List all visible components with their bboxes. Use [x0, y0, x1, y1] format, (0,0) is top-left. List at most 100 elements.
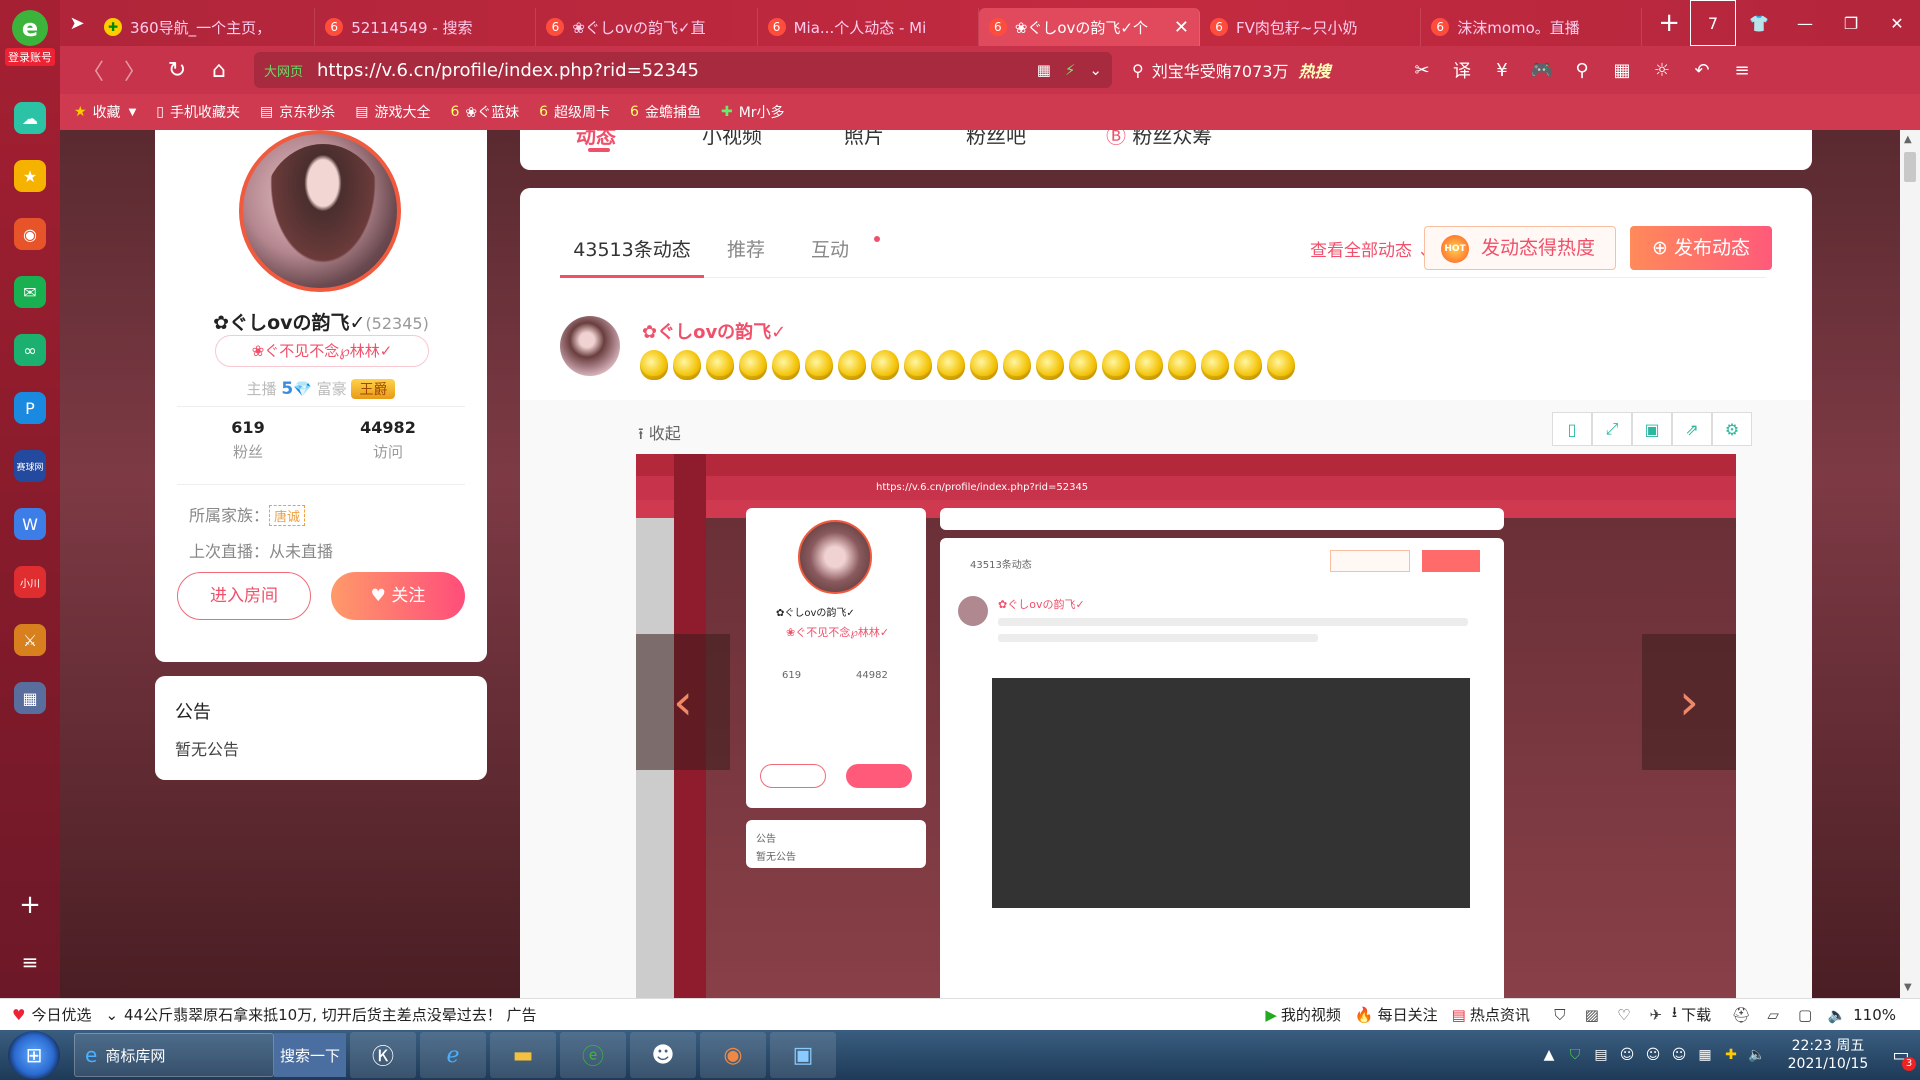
coupon-icon[interactable]: ¥: [1482, 52, 1522, 88]
home-button[interactable]: ⌂: [198, 52, 240, 88]
menu-list-icon[interactable]: ≡: [0, 950, 60, 974]
embedded-screenshot[interactable]: https://v.6.cn/profile/index.php?rid=523…: [636, 454, 1736, 998]
collapse-button[interactable]: ⭱ 收起: [638, 420, 681, 450]
qq-icon[interactable]: ☺: [1640, 1047, 1666, 1063]
undo-icon[interactable]: ↶: [1682, 52, 1722, 88]
360-browser-icon[interactable]: ⓔ: [560, 1032, 626, 1078]
fans-stat[interactable]: 619 粉丝: [193, 418, 303, 462]
avatar[interactable]: [239, 130, 401, 292]
mail-icon[interactable]: ✉: [14, 276, 46, 308]
speed-icon[interactable]: ✈: [1640, 999, 1672, 1031]
grid-icon[interactable]: ▦: [1037, 61, 1051, 79]
share-icon[interactable]: ⇗: [1672, 412, 1712, 446]
k-app-icon[interactable]: Ⓚ: [350, 1032, 416, 1078]
star-icon[interactable]: ★: [14, 160, 46, 192]
apps-grid-icon[interactable]: ▦: [1602, 52, 1642, 88]
search-input[interactable]: ⚲ 刘宝华受贿7073万 热搜: [1132, 52, 1382, 88]
dropdown-icon[interactable]: ⌄: [1089, 61, 1102, 79]
tray-doc-icon[interactable]: ▤: [1588, 1047, 1614, 1063]
url-field[interactable]: 大网页 https://v.6.cn/profile/index.php?rid…: [254, 52, 1112, 88]
view-all-dropdown[interactable]: 查看全部动态 ⌄: [1310, 236, 1432, 261]
tab-360[interactable]: ✚ 360导航_一个主页，: [94, 8, 316, 46]
doc-icon[interactable]: W: [14, 508, 46, 540]
tab-live[interactable]: 6 ❀ぐしovの韵飞✓直: [536, 8, 758, 46]
chrome-icon[interactable]: ◉: [700, 1032, 766, 1078]
city-icon[interactable]: ▦: [14, 682, 46, 714]
zoom-level[interactable]: 110%: [1853, 1006, 1896, 1024]
tab-interaction[interactable]: 互动: [788, 222, 880, 278]
back-button[interactable]: 〈: [72, 52, 114, 88]
new-tab-button[interactable]: +: [1648, 4, 1690, 42]
qq-icon[interactable]: ☺: [1666, 1047, 1692, 1063]
helmet-icon[interactable]: ⛑: [1725, 999, 1757, 1031]
layers-icon[interactable]: ▱: [1757, 999, 1789, 1031]
folder-icon[interactable]: ▬: [490, 1032, 556, 1078]
tab-mia[interactable]: 6 Mia...个人动态 - Mi: [758, 8, 979, 46]
bolt-icon[interactable]: ⚡: [1065, 61, 1076, 79]
clock[interactable]: 22:23 周五 2021/10/15: [1780, 1037, 1876, 1073]
bookmark-fishing[interactable]: 6 金蟾捕鱼: [630, 102, 701, 122]
translate-icon[interactable]: 译: [1442, 52, 1482, 88]
tab-all-dynamics[interactable]: 43513条动态: [560, 222, 704, 278]
volume-icon[interactable]: 🔈: [1821, 999, 1853, 1031]
bookmark-jd[interactable]: ▤ 京东秒杀: [260, 102, 335, 122]
close-window-icon[interactable]: ✕: [1874, 0, 1920, 46]
scroll-up-icon[interactable]: ▲: [1904, 134, 1912, 145]
tab-dynamics[interactable]: 动态: [576, 130, 616, 152]
tab-count-icon[interactable]: 7: [1690, 0, 1736, 46]
skin-icon[interactable]: 👕: [1736, 0, 1782, 46]
notification-center[interactable]: ▭ 3: [1882, 1035, 1920, 1075]
bookmark-mrxiaoduo[interactable]: ✚ Mr小多: [721, 102, 785, 122]
refresh-button[interactable]: ↻: [156, 52, 198, 88]
security-icon[interactable]: ⛉: [1562, 1047, 1588, 1063]
family-badge[interactable]: 唐诚: [269, 505, 306, 526]
scissors-icon[interactable]: ✂: [1402, 52, 1442, 88]
add-app-icon[interactable]: +: [0, 890, 60, 920]
brightness-icon[interactable]: ☼: [1642, 52, 1682, 88]
today-pick[interactable]: ♥ 今日优选: [12, 1004, 91, 1025]
volume-icon[interactable]: 🔈: [1744, 1047, 1770, 1063]
hot-post-button[interactable]: HOT 发动态得热度: [1424, 226, 1616, 270]
my-video[interactable]: ▶ 我的视频: [1265, 1004, 1341, 1025]
settings-icon[interactable]: ⚙: [1712, 412, 1752, 446]
qq-icon[interactable]: ☺: [1614, 1047, 1640, 1063]
bookmark-weekcard[interactable]: 6 超级周卡: [539, 102, 610, 122]
scroll-down-icon[interactable]: ▼: [1904, 982, 1912, 993]
gamepad-icon[interactable]: 🎮: [1522, 52, 1562, 88]
tab-crowdfund[interactable]: Ⓑ 粉丝众筹: [1106, 130, 1212, 149]
heart-outline-icon[interactable]: ♡: [1608, 999, 1640, 1031]
tab-recommend[interactable]: 推荐: [704, 222, 788, 278]
start-button[interactable]: ⊞: [8, 1031, 60, 1079]
tray-expand-icon[interactable]: ▲: [1536, 1047, 1562, 1063]
tab-momo[interactable]: 6 沫沫momo。直播: [1421, 8, 1643, 46]
menu-icon[interactable]: ≡: [1722, 52, 1762, 88]
save-icon[interactable]: ▣: [1632, 412, 1672, 446]
hot-news[interactable]: ▤ 热点资讯: [1452, 1004, 1530, 1025]
window-icon[interactable]: ▢: [1789, 999, 1821, 1031]
shield-icon[interactable]: ⛉: [1544, 999, 1576, 1031]
scroll-thumb[interactable]: [1904, 152, 1916, 182]
link-icon[interactable]: ∞: [14, 334, 46, 366]
tab-fv[interactable]: 6 FV肉包耔~只小奶: [1200, 8, 1422, 46]
publish-button[interactable]: ⊕ 发布动态: [1630, 226, 1772, 270]
tab-list-icon[interactable]: ➤: [60, 5, 94, 41]
ie-icon[interactable]: ℯ: [420, 1032, 486, 1078]
vertical-scrollbar[interactable]: ▲ ▼: [1900, 130, 1920, 998]
p-icon[interactable]: P: [14, 392, 46, 424]
magnifier-icon[interactable]: ⚲: [1562, 52, 1602, 88]
cloud-icon[interactable]: ☁: [14, 102, 46, 134]
network-icon[interactable]: ▦: [1692, 1047, 1718, 1063]
mini-icon[interactable]: 小川: [14, 566, 46, 598]
close-tab-icon[interactable]: ✕: [1174, 17, 1189, 38]
bookmark-mobile[interactable]: ▯ 手机收藏夹: [156, 102, 240, 122]
enter-room-button[interactable]: 进入房间: [177, 572, 311, 620]
forward-button[interactable]: 〉: [114, 52, 156, 88]
360-tray-icon[interactable]: ✚: [1718, 1047, 1744, 1063]
daily-follow[interactable]: 🔥 每日关注: [1355, 1004, 1438, 1025]
fullscreen-icon[interactable]: ⤢: [1592, 412, 1632, 446]
image-icon[interactable]: ▨: [1576, 999, 1608, 1031]
taskbar-search-button[interactable]: 搜索一下: [274, 1033, 346, 1077]
fit-icon[interactable]: ▯: [1552, 412, 1592, 446]
bookmark-favorites[interactable]: ★ 收藏 ▼: [74, 102, 136, 122]
post-author-avatar[interactable]: [560, 316, 620, 376]
